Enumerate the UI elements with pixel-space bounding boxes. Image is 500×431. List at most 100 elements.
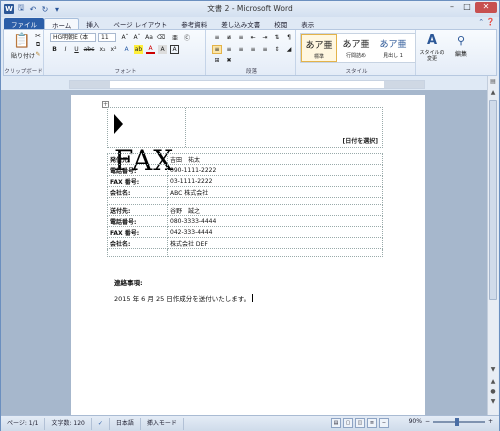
sender-phone-label[interactable]: 電話番号: xyxy=(107,164,168,176)
sender-company-label[interactable]: 会社名: xyxy=(107,186,168,198)
shrink-font-icon[interactable]: Aˇ xyxy=(132,33,142,42)
char-shading-icon[interactable]: A xyxy=(158,45,167,54)
recipient-label[interactable]: 送付先: xyxy=(107,204,168,216)
sender-fax-value[interactable]: 03-1111-2222 xyxy=(167,175,383,187)
tab-file[interactable]: ファイル xyxy=(4,18,44,29)
recipient-phone-value[interactable]: 080-3333-4444 xyxy=(167,215,383,227)
increase-indent-icon[interactable]: ⇥ xyxy=(260,33,270,42)
tab-mailings[interactable]: 差し込み文書 xyxy=(214,18,267,29)
find-binoculars-icon[interactable]: ⚲ xyxy=(454,33,468,47)
change-styles-button[interactable]: スタイルの変更 xyxy=(418,49,446,63)
tab-insert[interactable]: 挿入 xyxy=(79,18,106,29)
sender-phone-value[interactable]: 090-1111-2222 xyxy=(167,164,383,176)
zoom-slider-knob[interactable] xyxy=(454,417,459,426)
vertical-scrollbar[interactable]: ▤ ▲ ▼ ▲ ● ▼ xyxy=(487,76,498,415)
print-layout-view-icon[interactable]: ▤ xyxy=(331,418,341,428)
multilevel-list-icon[interactable]: ≡ xyxy=(236,33,246,42)
justify-icon[interactable]: ≡ xyxy=(248,45,258,54)
change-styles-icon[interactable]: A xyxy=(424,32,440,48)
zoom-level[interactable]: 90% xyxy=(409,418,422,425)
sender-company-value[interactable]: ABC 株式会社 xyxy=(167,186,383,198)
spacer-cell[interactable] xyxy=(107,248,168,257)
show-marks-icon[interactable]: ¶ xyxy=(284,33,294,42)
borders-icon[interactable]: ⊞ xyxy=(212,56,222,64)
previous-page-icon[interactable]: ▲ xyxy=(488,378,498,386)
recipient-company-label[interactable]: 会社名: xyxy=(107,237,168,249)
tab-references[interactable]: 参考資料 xyxy=(174,18,214,29)
subscript-icon[interactable]: x₂ xyxy=(98,45,107,54)
tab-view[interactable]: 表示 xyxy=(294,18,321,29)
recipient-phone-label[interactable]: 電話番号: xyxy=(107,215,168,227)
tab-page-layout[interactable]: ページ レイアウト xyxy=(106,18,174,29)
next-page-icon[interactable]: ▼ xyxy=(488,398,498,406)
italic-icon[interactable]: I xyxy=(61,45,70,54)
style-heading-1[interactable]: あア亜 見出し 1 xyxy=(375,34,411,62)
superscript-icon[interactable]: x² xyxy=(109,45,118,54)
tab-review[interactable]: 校閲 xyxy=(267,18,294,29)
align-center-icon[interactable]: ≡ xyxy=(224,45,234,54)
editing-button[interactable]: 編集 xyxy=(446,49,476,58)
font-color-icon[interactable]: A xyxy=(146,45,155,54)
sender-value[interactable]: 吉田 祐太 xyxy=(167,153,383,165)
clear-format-icon[interactable]: ⌫ xyxy=(156,33,166,42)
tab-home[interactable]: ホーム xyxy=(44,18,80,30)
word-count[interactable]: 文字数: 120 xyxy=(45,417,92,430)
spacer-cell[interactable] xyxy=(167,248,383,257)
text-effects-icon[interactable]: A xyxy=(122,45,131,54)
recipient-company-value[interactable]: 株式会社 DEF xyxy=(167,237,383,249)
zoom-in-icon[interactable]: + xyxy=(488,418,493,425)
spacer-cell[interactable] xyxy=(107,197,168,205)
memo-heading[interactable]: 連絡事項: xyxy=(114,277,143,287)
format-painter-icon[interactable]: ✎ xyxy=(34,50,42,58)
close-button[interactable]: ✕ xyxy=(475,2,497,13)
draft-view-icon[interactable]: − xyxy=(379,418,389,428)
char-border-icon[interactable]: A xyxy=(170,45,179,54)
bullets-icon[interactable]: ≡ xyxy=(212,33,222,42)
change-case-icon[interactable]: Aa xyxy=(144,33,154,42)
font-name-select[interactable]: HG明朝E (本 xyxy=(50,33,96,42)
distribute-icon[interactable]: ≡ xyxy=(260,45,270,54)
style-no-spacing[interactable]: あア亜 行間詰め xyxy=(338,34,374,62)
strikethrough-icon[interactable]: abc xyxy=(84,45,95,54)
align-right-icon[interactable]: ≡ xyxy=(236,45,246,54)
asian-layout-icon[interactable]: ✖ xyxy=(224,56,234,64)
underline-icon[interactable]: U xyxy=(72,45,81,54)
proofing-icon[interactable]: ✓ xyxy=(92,417,110,430)
outline-view-icon[interactable]: ≡ xyxy=(367,418,377,428)
font-size-select[interactable]: 11 xyxy=(98,33,116,42)
scrollbar-thumb[interactable] xyxy=(489,100,497,300)
recipient-value[interactable]: 谷野 誠之 xyxy=(167,204,383,216)
recipient-fax-label[interactable]: FAX 番号: xyxy=(107,226,168,238)
sender-label[interactable]: 発信元: xyxy=(107,153,168,165)
bold-icon[interactable]: B xyxy=(50,45,59,54)
sort-icon[interactable]: ⇅ xyxy=(272,33,282,42)
page-count[interactable]: ページ: 1/1 xyxy=(1,417,46,430)
ribbon-minimize-and-help-icons[interactable]: ⌃ ❓ xyxy=(478,18,495,26)
numbering-icon[interactable]: ≢ xyxy=(224,33,234,42)
scroll-down-arrow-icon[interactable]: ▼ xyxy=(488,366,498,374)
language-status[interactable]: 日本語 xyxy=(110,417,141,430)
shading-icon[interactable]: ◢ xyxy=(284,45,294,54)
recipient-fax-value[interactable]: 042-333-4444 xyxy=(167,226,383,238)
date-placeholder[interactable]: [日付を選択] xyxy=(343,136,379,145)
memo-body[interactable]: 2015 年 6 月 25 日作成分を送付いたします。 xyxy=(114,293,254,303)
enclose-char-icon[interactable]: Ⓒ xyxy=(182,33,192,42)
cut-icon[interactable]: ✂ xyxy=(34,32,42,40)
zoom-slider[interactable] xyxy=(432,417,485,426)
spacer-cell[interactable] xyxy=(167,197,383,205)
align-left-icon[interactable]: ≡ xyxy=(212,45,222,54)
document-page[interactable]: + FAX [日付を選択] 発信元: 吉田 祐太 電話番号: 090-1111-… xyxy=(71,95,425,415)
ruler-toggle-icon[interactable]: ▤ xyxy=(488,78,498,86)
grow-font-icon[interactable]: Aˆ xyxy=(120,33,130,42)
full-screen-view-icon[interactable]: ▢ xyxy=(343,418,353,428)
web-layout-view-icon[interactable]: ◫ xyxy=(355,418,365,428)
style-normal[interactable]: あア亜 標準 xyxy=(301,34,337,62)
line-spacing-icon[interactable]: ⇕ xyxy=(272,45,282,54)
horizontal-ruler[interactable] xyxy=(69,80,425,89)
scroll-up-arrow-icon[interactable]: ▲ xyxy=(488,89,498,97)
copy-icon[interactable]: ⧉ xyxy=(34,41,42,49)
maximize-button[interactable]: □ xyxy=(460,2,474,13)
browse-object-icon[interactable]: ● xyxy=(488,388,498,396)
decrease-indent-icon[interactable]: ⇤ xyxy=(248,33,258,42)
sender-fax-label[interactable]: FAX 番号: xyxy=(107,175,168,187)
